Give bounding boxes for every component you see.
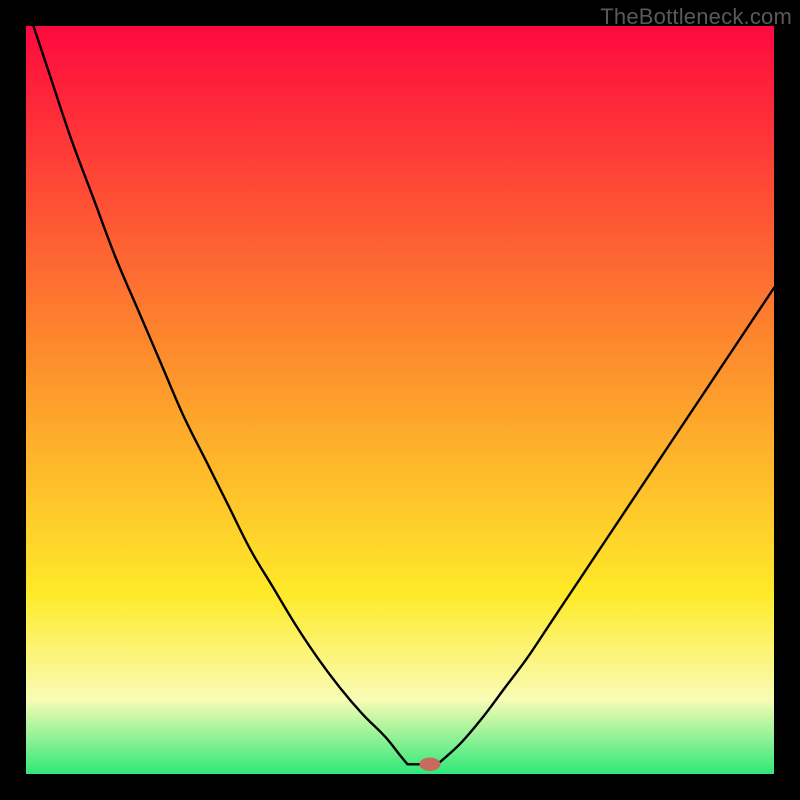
watermark-text: TheBottleneck.com: [600, 4, 792, 30]
bottleneck-chart: [26, 26, 774, 774]
gradient-background: [26, 26, 774, 774]
plot-area: [26, 26, 774, 774]
chart-frame: TheBottleneck.com: [0, 0, 800, 800]
minimum-marker: [419, 758, 440, 771]
